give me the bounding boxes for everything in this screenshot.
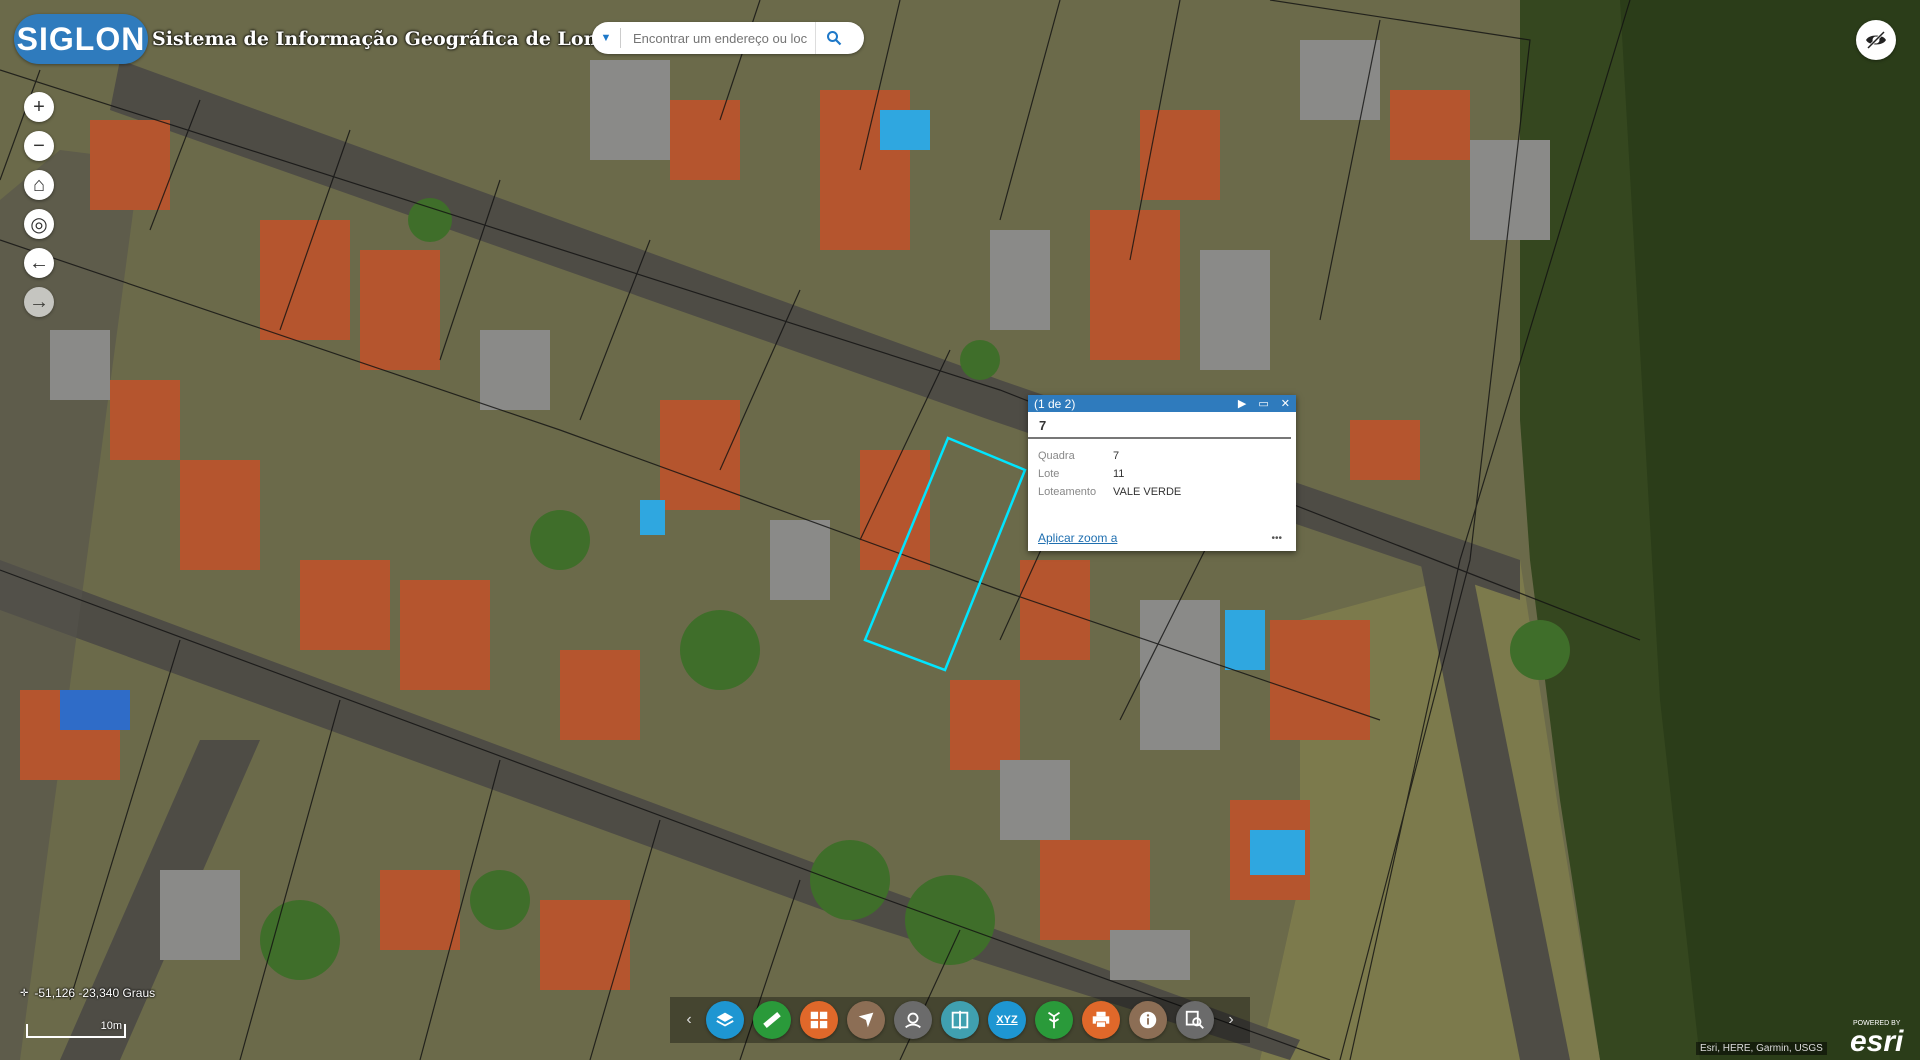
arrow-left-icon: ← — [29, 251, 49, 274]
widget-toolbar: ‹ XYZ › — [670, 997, 1250, 1043]
coordinate-text: -51,126 -23,340 Graus — [34, 986, 156, 1000]
about-button[interactable] — [1129, 1001, 1167, 1039]
zoom-to-link[interactable]: Aplicar zoom a — [1038, 531, 1117, 545]
arrow-right-icon: → — [29, 290, 49, 313]
xyz-button[interactable]: XYZ — [988, 1001, 1026, 1039]
search-box: ▼ — [592, 22, 864, 54]
scale-bar: 10m — [26, 1020, 126, 1038]
more-actions-icon[interactable]: ••• — [1271, 533, 1282, 544]
plus-icon: + — [33, 95, 45, 118]
locate-button[interactable]: ◎ — [24, 209, 54, 239]
home-button[interactable]: ⌂ — [24, 170, 54, 200]
caret-down-icon: ▼ — [600, 32, 612, 44]
app-title: Sistema de Informação Geográfica de Lond… — [152, 28, 655, 50]
draw-button[interactable] — [847, 1001, 885, 1039]
minus-icon: − — [33, 134, 45, 157]
query-icon — [1185, 1010, 1204, 1029]
eye-slash-icon — [1866, 30, 1886, 50]
home-icon: ⌂ — [32, 173, 46, 196]
query-button[interactable] — [1176, 1001, 1214, 1039]
print-icon — [1092, 1011, 1110, 1028]
share-button[interactable] — [1035, 1001, 1073, 1039]
next-extent-button[interactable]: → — [24, 287, 54, 317]
maximize-icon[interactable]: ▭ — [1258, 397, 1268, 410]
locate-icon: ◎ — [30, 213, 48, 236]
table-row: Quadra 7 — [1038, 450, 1120, 462]
basemap-gallery-button[interactable] — [800, 1001, 838, 1039]
popup-title: 7 — [1028, 412, 1291, 439]
next-feature-icon[interactable]: ▶ — [1238, 397, 1246, 410]
search-source-dropdown[interactable]: ▼ — [592, 22, 620, 54]
esri-brand: esri — [1850, 1025, 1904, 1058]
terrain-icon — [905, 1012, 921, 1029]
previous-extent-button[interactable]: ← — [24, 248, 54, 278]
swipe-icon — [951, 1010, 969, 1030]
search-button[interactable] — [815, 22, 852, 54]
info-icon — [1139, 1011, 1157, 1029]
elevation-button[interactable] — [894, 1001, 932, 1039]
ruler-icon — [763, 1012, 781, 1028]
feature-popup: (1 de 2) ▶ ▭ ✕ 7 Quadra 7 Lote 11 Loteamen… — [1028, 395, 1296, 551]
map-navigation-tools: + − ⌂ ◎ ← → — [24, 92, 54, 317]
satellite-imagery — [0, 0, 1920, 1060]
pen-icon — [858, 1012, 874, 1028]
share-icon — [1047, 1011, 1061, 1029]
scale-label: 10m — [100, 1020, 122, 1032]
xyz-icon: XYZ — [996, 1014, 1018, 1026]
zoom-in-button[interactable]: + — [24, 92, 54, 122]
popup-footer: Aplicar zoom a ••• — [1038, 531, 1282, 545]
search-separator — [620, 28, 621, 48]
coordinate-readout[interactable]: ✛ -51,126 -23,340 Graus — [20, 986, 155, 1000]
layers-button[interactable] — [706, 1001, 744, 1039]
popup-header: (1 de 2) ▶ ▭ ✕ — [1028, 395, 1296, 412]
map-view[interactable] — [0, 0, 1920, 1060]
popup-attributes-table: Quadra 7 Lote 11 Loteamento VALE VERDE — [1038, 447, 1181, 501]
measure-button[interactable] — [753, 1001, 791, 1039]
zoom-out-button[interactable]: − — [24, 131, 54, 161]
toolbar-next-button[interactable]: › — [1223, 1011, 1239, 1029]
print-button[interactable] — [1082, 1001, 1120, 1039]
crosshair-icon: ✛ — [20, 987, 29, 999]
popup-pager-label: (1 de 2) — [1034, 396, 1076, 411]
grid-icon — [810, 1011, 828, 1029]
layers-icon — [716, 1012, 734, 1027]
search-input[interactable] — [631, 29, 815, 47]
toolbar-prev-button[interactable]: ‹ — [681, 1011, 697, 1029]
close-icon[interactable]: ✕ — [1281, 397, 1290, 410]
table-row: Lote 11 — [1038, 468, 1125, 480]
map-attribution[interactable]: Esri, HERE, Garmin, USGS — [1696, 1042, 1827, 1055]
table-row: Loteamento VALE VERDE — [1038, 486, 1182, 498]
swipe-button[interactable] — [941, 1001, 979, 1039]
toggle-visibility-button[interactable] — [1856, 20, 1896, 60]
esri-logo[interactable]: POWERED BY esri — [1850, 1020, 1903, 1057]
search-icon — [827, 31, 842, 46]
siglon-logo[interactable]: SIGLON — [14, 14, 148, 64]
